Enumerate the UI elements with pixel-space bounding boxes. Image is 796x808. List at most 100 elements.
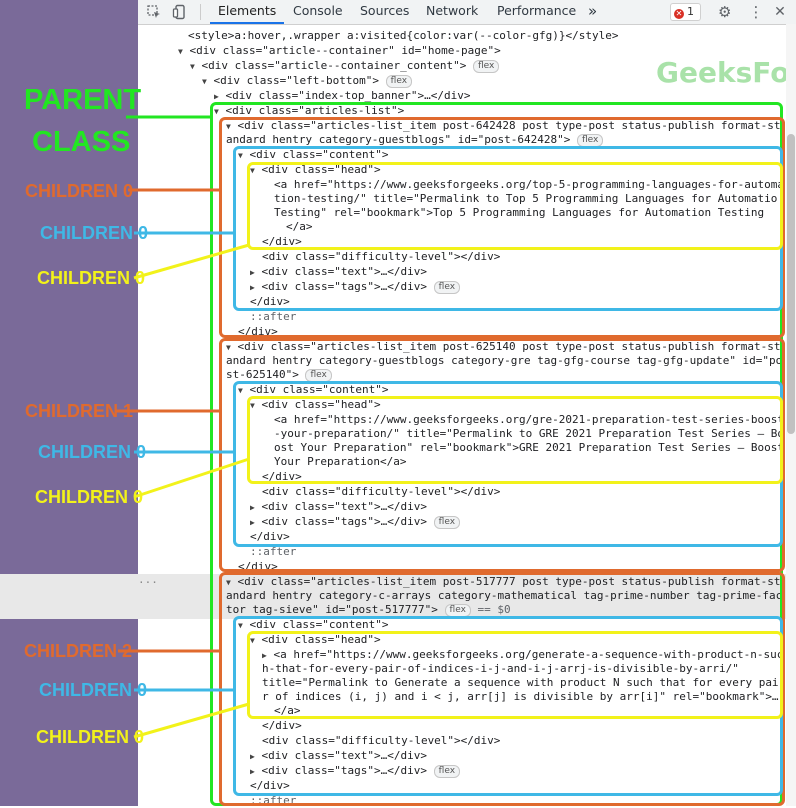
- expand-triangle-icon[interactable]: ▼: [178, 47, 183, 56]
- flex-badge[interactable]: flex: [577, 134, 604, 147]
- dom-line-item0-content-close[interactable]: </div>: [250, 294, 290, 309]
- dom-line-item2-link2[interactable]: h-that-for-every-pair-of-indices-i-j-and…: [262, 661, 739, 676]
- dom-line-item0-link3[interactable]: Testing" rel="bookmark">Top 5 Programmin…: [274, 205, 764, 220]
- tab-network[interactable]: Network: [426, 0, 478, 24]
- dom-line-item2-content-close[interactable]: </div>: [250, 778, 290, 793]
- flex-badge[interactable]: flex: [433, 516, 461, 529]
- label-children-2-orange: CHILDREN 2: [24, 641, 133, 661]
- dom-line-item1-head[interactable]: ▼ <div class="head">: [250, 397, 381, 412]
- dom-line-item0-tags[interactable]: ▶ <div class="tags">…</div> flex: [250, 279, 461, 294]
- dom-line-item1-after[interactable]: ::after: [250, 544, 296, 559]
- dom-line-item1-text[interactable]: ▶ <div class="text">…</div>: [250, 499, 427, 514]
- dom-line-item2-content[interactable]: ▼ <div class="content">: [238, 617, 389, 632]
- dom-line-item0-head-close[interactable]: </div>: [262, 234, 302, 249]
- expand-triangle-icon[interactable]: ▼: [190, 62, 195, 71]
- tab-sources[interactable]: Sources: [360, 0, 409, 24]
- gear-icon[interactable]: ⚙: [718, 4, 734, 20]
- dom-line-item2-link3[interactable]: title="Permalink to Generate a sequence …: [262, 675, 779, 690]
- flex-badge[interactable]: flex: [305, 369, 332, 382]
- dom-line-articles-list[interactable]: ▼ <div class="articles-list">: [214, 103, 404, 118]
- flex-badge[interactable]: flex: [472, 60, 500, 73]
- collapse-triangle-icon[interactable]: ▶: [250, 268, 255, 277]
- expand-triangle-icon[interactable]: ▼: [250, 636, 255, 645]
- dom-line-left-bottom[interactable]: ▼ <div class="left-bottom"> flex: [202, 73, 413, 88]
- flex-badge[interactable]: flex: [433, 765, 461, 778]
- dom-line-item1-link4[interactable]: Your Preparation</a>: [274, 454, 406, 469]
- dom-line-item1-tags[interactable]: ▶ <div class="tags">…</div> flex: [250, 514, 461, 529]
- dom-line-item1-difficulty[interactable]: <div class="difficulty-level"></div>: [262, 484, 500, 499]
- expand-triangle-icon[interactable]: ▼: [250, 166, 255, 175]
- tab-elements[interactable]: Elements: [210, 0, 285, 24]
- close-icon[interactable]: ✕: [772, 4, 788, 20]
- dom-line-item2-head[interactable]: ▼ <div class="head">: [250, 632, 381, 647]
- dom-line-item2-open-cont[interactable]: andard hentry category-c-arrays category…: [226, 588, 782, 603]
- toolbar-divider: [200, 4, 201, 20]
- dom-line-item1-link1[interactable]: <a href="https://www.geeksforgeeks.org/g…: [274, 412, 784, 427]
- kebab-menu-icon[interactable]: ⋮: [748, 4, 764, 20]
- tab-console[interactable]: Console: [293, 0, 343, 24]
- dom-line-article-container[interactable]: ▼ <div class="article--container" id="ho…: [178, 43, 501, 58]
- dom-line-item2-link1[interactable]: ▶ <a href="https://www.geeksforgeeks.org…: [262, 647, 783, 662]
- flex-badge[interactable]: flex: [385, 75, 413, 88]
- dom-line-item0-open[interactable]: ▼ <div class="articles-list_item post-64…: [226, 118, 781, 133]
- more-tabs-button[interactable]: »: [588, 0, 597, 24]
- tab-performance[interactable]: Performance: [497, 0, 576, 24]
- dom-line-item2-head-close[interactable]: </div>: [262, 718, 302, 733]
- collapse-triangle-icon[interactable]: ▶: [250, 767, 255, 776]
- dom-line-item2-open-cont2[interactable]: tor tag-sieve" id="post-517777"> flex ==…: [226, 602, 511, 617]
- collapse-triangle-icon[interactable]: ▶: [262, 651, 267, 660]
- dom-line-item2-link4[interactable]: r of indices (i, j) and i < j, arr[j] is…: [262, 689, 779, 704]
- selected-node-marker: == $0: [477, 603, 511, 616]
- scrollbar-thumb[interactable]: [787, 134, 795, 434]
- inspect-element-icon[interactable]: [146, 4, 162, 20]
- collapse-triangle-icon[interactable]: ▶: [250, 518, 255, 527]
- collapse-triangle-icon[interactable]: ▶: [250, 283, 255, 292]
- error-count-badge[interactable]: ✕ 1: [670, 3, 701, 21]
- dom-line-item0-link1[interactable]: <a href="https://www.geeksforgeeks.org/t…: [274, 177, 784, 192]
- dom-line-item2-a-close[interactable]: </a>: [274, 703, 301, 718]
- dom-line-item1-open-cont[interactable]: andard hentry category-guestblogs catego…: [226, 353, 782, 368]
- vertical-scrollbar[interactable]: [786, 24, 796, 806]
- expand-triangle-icon[interactable]: ▼: [214, 107, 219, 116]
- expand-triangle-icon[interactable]: ▼: [202, 77, 207, 86]
- dom-line-item0-link2[interactable]: tion-testing/" title="Permalink to Top 5…: [274, 191, 777, 206]
- expand-triangle-icon[interactable]: ▼: [226, 578, 231, 587]
- expand-triangle-icon[interactable]: ▼: [226, 343, 231, 352]
- dom-line-item0-after[interactable]: ::after: [250, 309, 296, 324]
- dom-line-item2-text[interactable]: ▶ <div class="text">…</div>: [250, 748, 427, 763]
- expand-triangle-icon[interactable]: ▼: [250, 401, 255, 410]
- dom-line-item0-text[interactable]: ▶ <div class="text">…</div>: [250, 264, 427, 279]
- dom-line-item1-head-close[interactable]: </div>: [262, 469, 302, 484]
- dom-line-container-content[interactable]: ▼ <div class="article--container_content…: [190, 58, 500, 73]
- expand-triangle-icon[interactable]: ▼: [238, 621, 243, 630]
- collapse-triangle-icon[interactable]: ▶: [250, 752, 255, 761]
- dom-line-item2-difficulty[interactable]: <div class="difficulty-level"></div>: [262, 733, 500, 748]
- dom-line-style[interactable]: <style>a:hover,.wrapper a:visited{color:…: [188, 28, 618, 43]
- dom-line-item0-difficulty[interactable]: <div class="difficulty-level"></div>: [262, 249, 500, 264]
- flex-badge[interactable]: flex: [433, 281, 461, 294]
- expand-triangle-icon[interactable]: ▼: [238, 386, 243, 395]
- dom-line-item0-close[interactable]: </div>: [238, 324, 278, 339]
- dom-line-item1-content-close[interactable]: </div>: [250, 529, 290, 544]
- geeksforgeeks-watermark: GeeksForGeeks: [656, 56, 796, 89]
- dom-line-item0-open-cont[interactable]: andard hentry category-guestblogs" id="p…: [226, 132, 604, 147]
- dom-line-item0-head[interactable]: ▼ <div class="head">: [250, 162, 381, 177]
- dom-line-item1-open[interactable]: ▼ <div class="articles-list_item post-62…: [226, 339, 781, 354]
- dom-line-item2-open[interactable]: ▼ <div class="articles-list_item post-51…: [226, 574, 781, 589]
- dom-line-item1-close[interactable]: </div>: [238, 559, 278, 574]
- node-actions-dots[interactable]: ···: [138, 575, 158, 590]
- dom-line-item1-open-cont2[interactable]: st-625140"> flex: [226, 367, 332, 382]
- collapse-triangle-icon[interactable]: ▶: [250, 503, 255, 512]
- device-toolbar-icon[interactable]: [172, 4, 188, 20]
- expand-triangle-icon[interactable]: ▼: [238, 151, 243, 160]
- dom-line-item0-content[interactable]: ▼ <div class="content">: [238, 147, 389, 162]
- collapse-triangle-icon[interactable]: ▶: [214, 92, 219, 101]
- dom-line-index-banner[interactable]: ▶ <div class="index-top_banner">…</div>: [214, 88, 471, 103]
- dom-line-item2-tags[interactable]: ▶ <div class="tags">…</div> flex: [250, 763, 461, 778]
- dom-line-item0-a-close[interactable]: </a>: [286, 219, 313, 234]
- dom-line-item1-link3[interactable]: ost Your Preparation" rel="bookmark">GRE…: [274, 440, 784, 455]
- dom-line-item1-link2[interactable]: -your-preparation/" title="Permalink to …: [274, 426, 784, 441]
- expand-triangle-icon[interactable]: ▼: [226, 122, 231, 131]
- dom-line-item1-content[interactable]: ▼ <div class="content">: [238, 382, 389, 397]
- flex-badge[interactable]: flex: [444, 604, 471, 617]
